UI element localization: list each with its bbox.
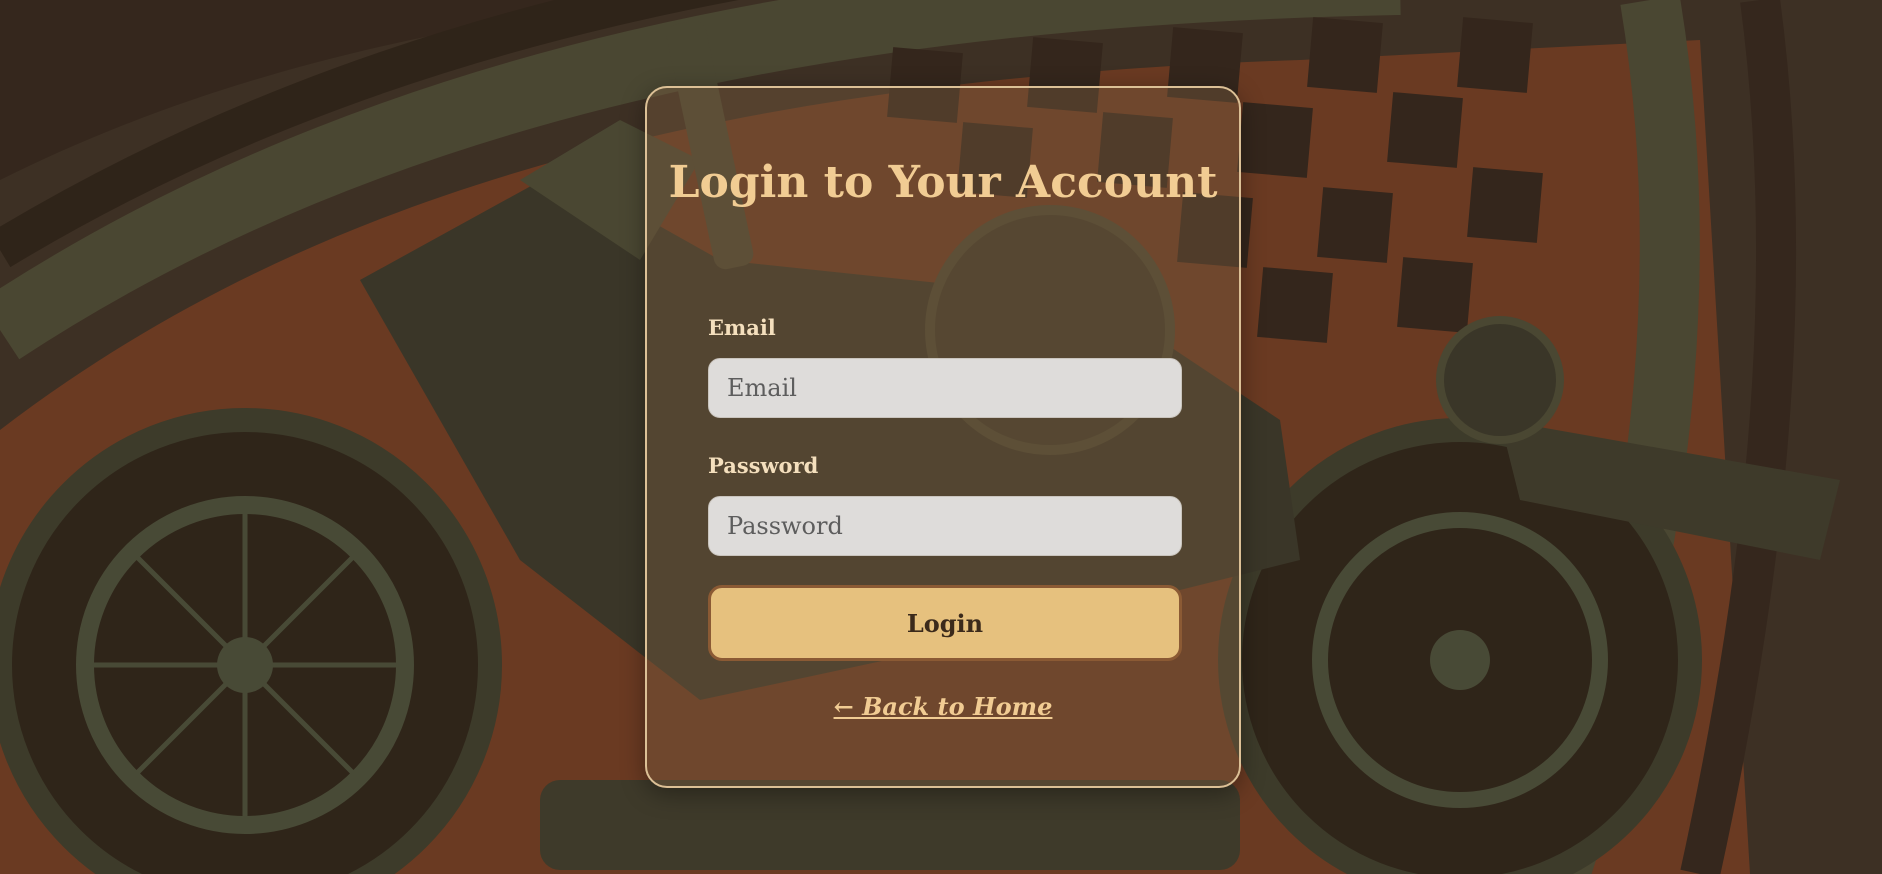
login-button[interactable]: Login [708,585,1182,661]
back-to-home-link-wrap: ← Back to Home [647,692,1239,721]
password-label: Password [708,453,819,478]
page-title: Login to Your Account [668,157,1218,208]
login-card: Login to Your Account Email Password Log… [645,86,1241,788]
back-to-home-link[interactable]: ← Back to Home [834,692,1053,721]
email-label: Email [708,315,776,340]
login-page: Login to Your Account Email Password Log… [0,0,1882,874]
password-input[interactable] [708,496,1182,556]
email-input[interactable] [708,358,1182,418]
